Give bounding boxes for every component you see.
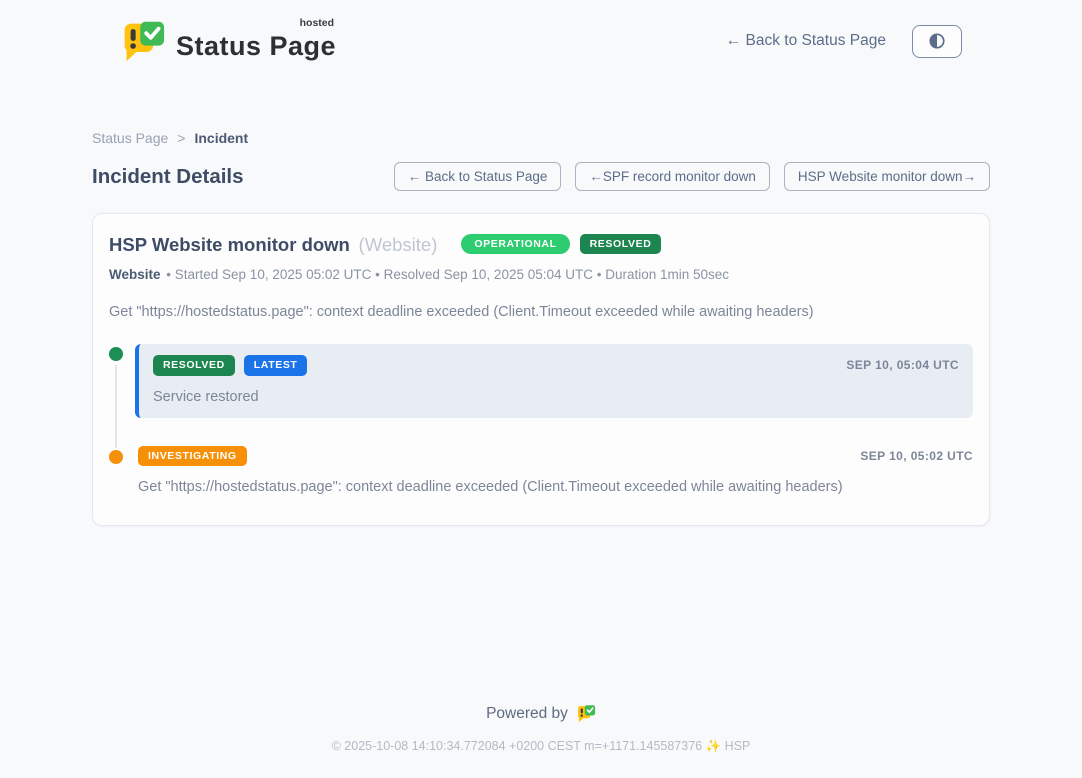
incident-meta: Website • Started Sep 10, 2025 05:02 UTC… bbox=[109, 267, 973, 282]
timeline-entry-header: RESOLVED LATEST SEP 10, 05:04 UTC bbox=[153, 355, 959, 376]
timeline-dot-investigating-icon bbox=[109, 450, 123, 464]
timeline-entry-message: Get "https://hostedstatus.page": context… bbox=[138, 479, 973, 495]
timeline-latest-badge: LATEST bbox=[244, 355, 308, 376]
incident-heading: HSP Website monitor down (Website) bbox=[109, 230, 437, 258]
incident-timeline: RESOLVED LATEST SEP 10, 05:04 UTC Servic… bbox=[109, 344, 973, 495]
footer: Powered by © 2025-10-08 14:10:34.772084 … bbox=[0, 704, 1082, 778]
incident-nav-buttons: ← Back to Status Page ←SPF record monito… bbox=[394, 162, 990, 191]
timeline-entry-resolved: RESOLVED LATEST SEP 10, 05:04 UTC Servic… bbox=[109, 344, 973, 418]
timeline-entry-investigating: INVESTIGATING SEP 10, 05:02 UTC Get "htt… bbox=[109, 446, 973, 496]
main-content: Status Page > Incident Incident Details … bbox=[92, 130, 990, 526]
copyright-text: © 2025-10-08 14:10:34.772084 +0200 CEST … bbox=[332, 739, 703, 753]
copyright-line: © 2025-10-08 14:10:34.772084 +0200 CEST … bbox=[0, 739, 1082, 754]
incident-title: HSP Website monitor down bbox=[109, 234, 350, 255]
incident-card-header: HSP Website monitor down (Website) OPERA… bbox=[109, 230, 973, 258]
incident-meta-component: Website bbox=[109, 267, 161, 282]
timeline-entry-timestamp: SEP 10, 05:04 UTC bbox=[846, 358, 959, 372]
back-to-status-page-link[interactable]: ← Back to Status Page bbox=[726, 32, 886, 50]
incident-component-label: (Website) bbox=[359, 234, 438, 255]
timeline-entry-card: RESOLVED LATEST SEP 10, 05:04 UTC Servic… bbox=[135, 344, 973, 418]
breadcrumb-incident: Incident bbox=[194, 130, 248, 146]
timeline-entry-header: INVESTIGATING SEP 10, 05:02 UTC bbox=[138, 446, 973, 467]
previous-incident-button[interactable]: ←SPF record monitor down bbox=[575, 162, 770, 191]
status-page-small-logo-icon bbox=[576, 704, 596, 723]
timeline-dot-resolved-icon bbox=[109, 347, 123, 361]
next-incident-button[interactable]: HSP Website monitor down→ bbox=[784, 162, 990, 191]
back-to-status-page-button[interactable]: ← Back to Status Page bbox=[394, 162, 562, 191]
breadcrumb-status-page[interactable]: Status Page bbox=[92, 130, 168, 146]
logo-text: Status Page bbox=[176, 31, 336, 61]
incident-meta-details: • Started Sep 10, 2025 05:02 UTC • Resol… bbox=[166, 267, 729, 282]
title-row: Incident Details ← Back to Status Page ←… bbox=[92, 162, 990, 191]
contrast-half-circle-icon bbox=[928, 32, 946, 50]
copyright-brand: HSP bbox=[725, 739, 751, 753]
powered-by-label: Powered by bbox=[486, 705, 568, 723]
status-page-logo[interactable]: hosted Status Page bbox=[120, 19, 336, 63]
theme-toggle-button[interactable] bbox=[912, 25, 962, 58]
timeline-entry-message: Service restored bbox=[153, 389, 959, 405]
timeline-entry-timestamp: SEP 10, 05:02 UTC bbox=[860, 449, 973, 463]
status-page-logo-icon bbox=[120, 19, 166, 63]
incident-description: Get "https://hostedstatus.page": context… bbox=[109, 304, 973, 320]
header: hosted Status Page ← Back to Status Page bbox=[0, 0, 1082, 78]
powered-by-link[interactable]: Powered by bbox=[486, 704, 596, 723]
breadcrumb-separator: > bbox=[177, 130, 185, 146]
resolved-status-badge: RESOLVED bbox=[580, 234, 662, 255]
timeline-investigating-badge: INVESTIGATING bbox=[138, 446, 247, 467]
operational-status-badge: OPERATIONAL bbox=[461, 234, 569, 255]
page-title: Incident Details bbox=[92, 165, 244, 189]
sparkles-icon: ✨ bbox=[706, 739, 722, 753]
breadcrumb: Status Page > Incident bbox=[92, 130, 990, 146]
timeline-resolved-badge: RESOLVED bbox=[153, 355, 235, 376]
incident-card: HSP Website monitor down (Website) OPERA… bbox=[92, 213, 990, 526]
timeline-entry-card: INVESTIGATING SEP 10, 05:02 UTC Get "htt… bbox=[135, 446, 973, 496]
logo-hosted-label: hosted bbox=[300, 17, 334, 29]
